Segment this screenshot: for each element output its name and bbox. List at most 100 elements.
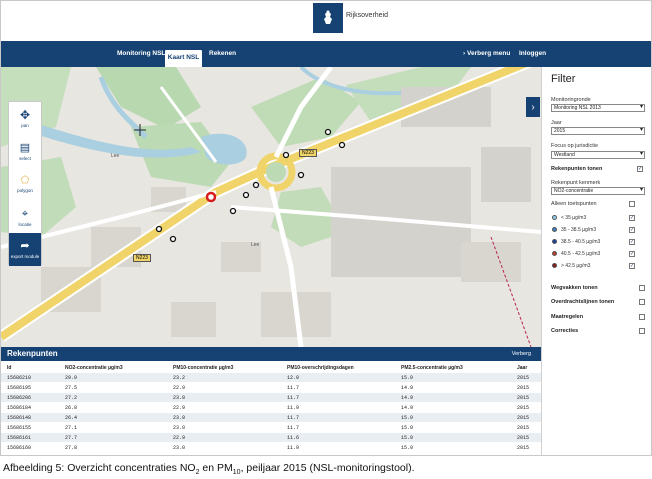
overdrachtslijnen-label: Overdrachtslijnen tonen [551,299,615,305]
table-cell: 23.0 [173,445,186,451]
caption-subscript: 10 [232,469,241,477]
hide-menu-link[interactable]: › Verberg menu [463,50,510,57]
table-cell: 11.7 [287,385,300,391]
map-view[interactable]: N223 N223 Lee Lee [1,67,541,347]
top-banner: Rijksoverheid [1,1,651,41]
kenmerk-select[interactable]: NO2-concentratie [551,187,645,195]
map-toolbar: ✥ pan ▤ select ⬠ polygon ⌖ locatie ➦ exp… [8,101,42,266]
maatregelen-checkbox[interactable] [639,314,645,320]
table-cell: 22.9 [173,385,186,391]
table-cell: 15.0 [401,435,414,441]
legend-label: < 35 µg/m3 [561,215,587,221]
figure-caption: Afbeelding 5: Overzicht concentraties NO… [3,462,415,476]
table-cell: 12.0 [287,375,300,381]
legend-checkbox[interactable]: ✓ [629,227,635,233]
alleen-toetspunten-checkbox[interactable] [629,201,635,207]
column-header[interactable]: PM2.5-concentratie µg/m3 [401,365,463,371]
road-label-n223: N223 [133,254,151,262]
polygon-tool[interactable]: ⬠ polygon [9,168,41,201]
share-icon: ➦ [20,239,30,252]
toggle-filter-button[interactable]: › [526,97,540,117]
table-cell: 11.7 [287,395,300,401]
correcties-checkbox[interactable] [639,328,645,334]
monitoringronde-select[interactable]: Monitoring NSL 2013 [551,104,645,112]
filter-title: Filter [551,73,576,85]
kenmerk-label: Rekenpunt kenmerk [551,180,601,186]
export-tool[interactable]: ➦ export module [9,233,41,266]
table-cell: 2015 [517,415,530,421]
table-row[interactable]: 15686184 26.8 22.9 11.9 14.9 2015 [1,403,541,412]
table-cell: 23.0 [173,425,186,431]
legend-dot [552,263,557,268]
column-header[interactable]: PM10-concentratie µg/m3 [173,365,233,371]
table-cell: 27.1 [65,425,78,431]
select-tool-label: select [19,155,31,161]
table-cell: 14.9 [401,385,414,391]
coat-of-arms-icon [324,10,332,24]
table-cell: 14.9 [401,395,414,401]
legend-checkbox[interactable]: ✓ [629,251,635,257]
table-row[interactable]: 15686148 26.4 23.0 11.7 15.0 2015 [1,413,541,422]
table-cell: 11.9 [287,445,300,451]
table-row[interactable]: 15686155 27.1 23.0 11.7 15.0 2015 [1,423,541,432]
table-cell: 14.9 [401,405,414,411]
table-row[interactable]: 15686210 29.0 23.2 12.0 15.0 2015 [1,373,541,382]
caption-text: en PM [199,462,233,474]
nav-rekenen[interactable]: Rekenen [209,50,236,57]
column-header[interactable]: PM10-overschrijdingsdagen [287,365,354,371]
table-cell: 15686195 [7,385,32,391]
legend-label: 38.5 - 40.5 µg/m3 [561,239,601,245]
caption-text: Afbeelding 5: Overzicht concentraties NO [3,462,196,474]
table-cell: 29.0 [65,375,78,381]
table-cell: 15686210 [7,375,32,381]
table-cell: 11.7 [287,425,300,431]
main-nav: Monitoring NSL Rekenen › Verberg menu In… [1,41,651,67]
table-cell: 15686161 [7,435,32,441]
table-cell: 15686206 [7,395,32,401]
table-row[interactable]: 15686206 27.2 23.0 11.7 14.9 2015 [1,393,541,402]
table-row[interactable]: 15686161 27.7 22.9 11.6 15.0 2015 [1,433,541,442]
table-cell: 27.2 [65,395,78,401]
column-header[interactable]: Id [7,365,11,371]
column-header[interactable]: NO2-concentratie µg/m3 [65,365,123,371]
table-row[interactable]: 15686195 27.5 22.9 11.7 14.9 2015 [1,383,541,392]
table-cell: 15686155 [7,425,32,431]
road-label-lee: Lee [111,153,120,159]
table-cell: 15686160 [7,445,32,451]
hide-table-link[interactable]: Verberg [512,351,531,357]
select-tool[interactable]: ▤ select [9,135,41,168]
wegvakken-checkbox[interactable] [639,285,645,291]
nav-monitoring[interactable]: Monitoring NSL [117,50,165,57]
table-cell: 15686184 [7,405,32,411]
table-cell: 15.0 [401,445,414,451]
government-logo [313,3,343,33]
table-cell: 2015 [517,425,530,431]
table-cell: 23.2 [173,375,186,381]
legend-checkbox[interactable]: ✓ [629,215,635,221]
rekenpunten-tonen-checkbox[interactable]: ✓ [637,166,643,172]
filter-panel: Filter Monitoringronde Monitoring NSL 20… [541,67,651,455]
app-window: Rijksoverheid Monitoring NSL Rekenen › V… [0,0,652,456]
wegvakken-label: Wegvakken tonen [551,285,598,291]
legend-dot [552,227,557,232]
table-cell: 11.9 [287,405,300,411]
move-icon: ✥ [19,108,31,122]
table-cell: 22.9 [173,405,186,411]
legend-label: 35 - 38.5 µg/m3 [561,227,597,233]
table-cell: 23.0 [173,415,186,421]
table-row[interactable]: 15686160 27.8 23.0 11.9 15.0 2015 [1,443,541,452]
legend-checkbox[interactable]: ✓ [629,239,635,245]
table-cell: 15.0 [401,415,414,421]
nav-kaart-active[interactable]: Kaart NSL [165,50,202,67]
focus-select[interactable]: Westland [551,151,645,159]
column-header[interactable]: Jaar [517,365,527,371]
pan-tool[interactable]: ✥ pan [9,102,41,135]
correcties-label: Correcties [551,328,579,334]
jaar-select[interactable]: 2015 [551,127,645,135]
locate-tool[interactable]: ⌖ locatie [9,201,41,234]
legend-label: > 42.5 µg/m3 [561,263,591,269]
legend-checkbox[interactable]: ✓ [629,263,635,269]
overdrachtslijnen-checkbox[interactable] [639,299,645,305]
pan-tool-label: pan [21,123,29,128]
login-link[interactable]: Inloggen [519,50,546,57]
